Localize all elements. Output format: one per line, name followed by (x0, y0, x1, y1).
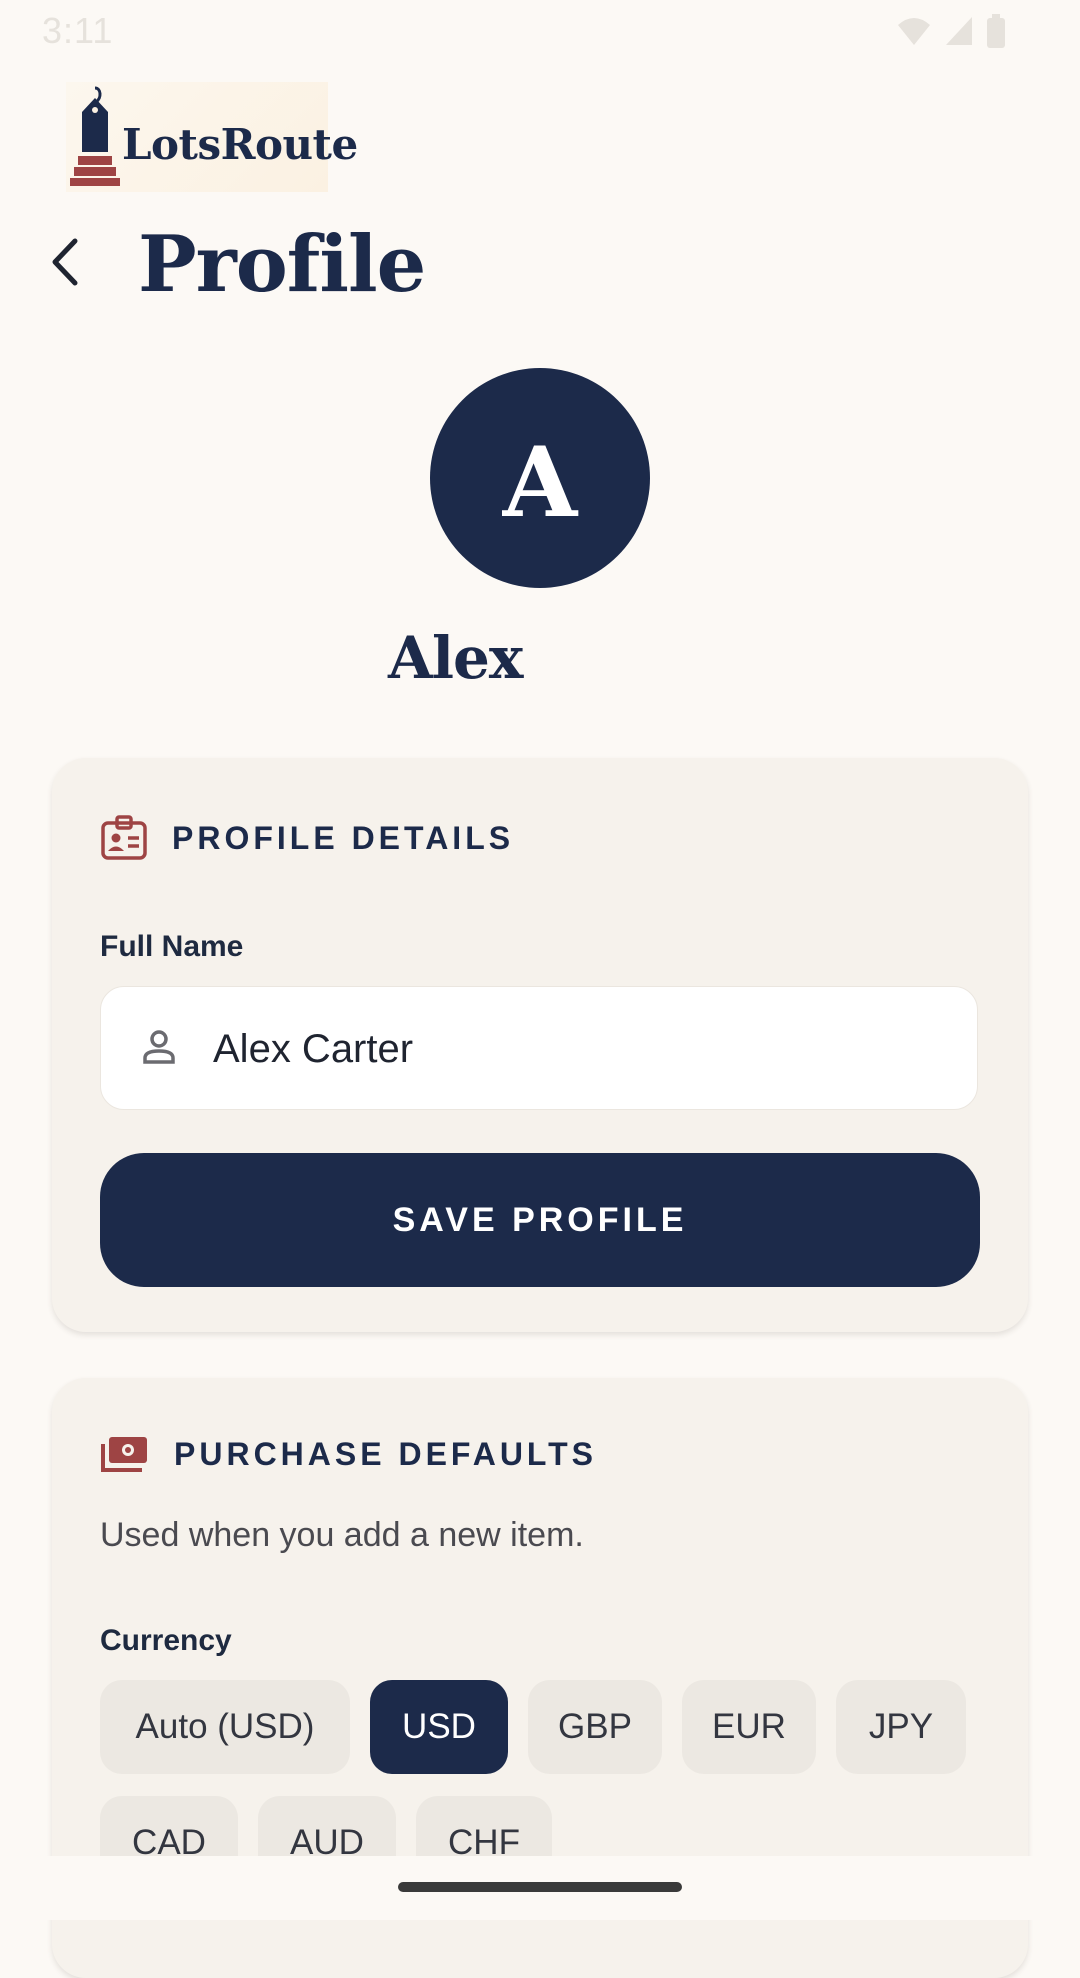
purchase-defaults-title: PURCHASE DEFAULTS (174, 1435, 597, 1472)
status-bar: 3:11 (0, 0, 1080, 62)
signal-icon (946, 17, 972, 45)
id-card-icon (101, 815, 147, 860)
currency-chip-auto[interactable]: Auto (USD) (100, 1680, 350, 1774)
wifi-icon (898, 18, 930, 45)
app-logo: LotsRoute (66, 82, 358, 192)
money-icon (101, 1437, 147, 1472)
home-indicator[interactable] (398, 1882, 682, 1892)
person-icon (143, 1030, 175, 1064)
full-name-input[interactable] (211, 987, 955, 1111)
page-title: Profile (138, 219, 426, 310)
currency-chip-usd[interactable]: USD (370, 1680, 508, 1774)
currency-chip-row: Auto (USD) USD GBP EUR JPY (100, 1680, 966, 1774)
battery-icon (987, 14, 1005, 48)
currency-chip-jpy[interactable]: JPY (836, 1680, 966, 1774)
profile-details-header: PROFILE DETAILS (100, 814, 514, 862)
currency-label: Currency (100, 1624, 232, 1657)
avatar-initial: A (502, 426, 578, 539)
purchase-defaults-header: PURCHASE DEFAULTS (100, 1434, 597, 1474)
profile-details-card: PROFILE DETAILS Full Name SAVE PROFILE (52, 758, 1028, 1332)
full-name-field[interactable] (100, 986, 978, 1111)
currency-chip-gbp[interactable]: GBP (528, 1680, 662, 1774)
purchase-defaults-subtitle: Used when you add a new item. (100, 1516, 584, 1554)
price-tag-logo-icon (70, 86, 120, 186)
avatar: A (430, 368, 650, 588)
status-icons (896, 14, 1006, 48)
profile-details-title: PROFILE DETAILS (172, 819, 515, 856)
full-name-label: Full Name (100, 930, 244, 963)
save-profile-button[interactable]: SAVE PROFILE (100, 1153, 980, 1287)
currency-chip-eur[interactable]: EUR (682, 1680, 816, 1774)
user-display-name: Alex (388, 624, 524, 692)
logo-text: LotsRoute (122, 120, 358, 169)
back-button[interactable] (40, 232, 88, 292)
chevron-left-icon (52, 238, 78, 286)
status-time: 3:11 (42, 10, 114, 51)
